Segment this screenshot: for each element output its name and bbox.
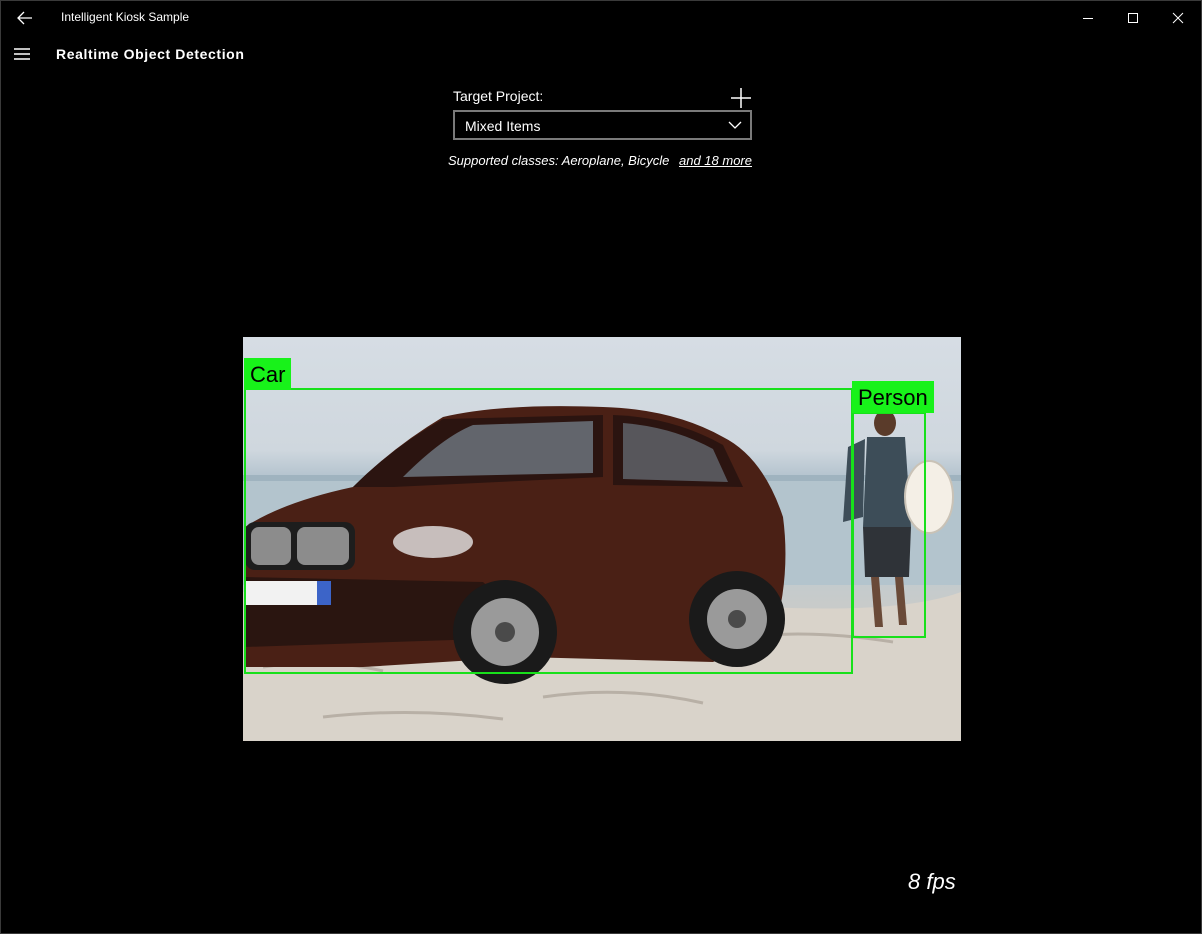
car-detection-label: Car (244, 358, 292, 390)
hamburger-menu-button[interactable] (9, 41, 35, 67)
app-title: Intelligent Kiosk Sample (61, 10, 190, 24)
more-classes-link[interactable]: and 18 more (679, 153, 752, 168)
minimize-button[interactable] (1065, 1, 1111, 34)
back-arrow-icon (17, 11, 32, 25)
app-window: Intelligent Kiosk Sample Realtime Object… (0, 0, 1202, 934)
camera-feed: Car Person (243, 337, 961, 741)
target-project-label: Target Project: (453, 88, 544, 104)
supported-classes-text: Supported classes: Aeroplane, Bicycle (448, 153, 670, 168)
minimize-icon (1083, 17, 1093, 19)
supported-classes: Supported classes: Aeroplane, Bicycle an… (448, 153, 752, 168)
person-detection-label: Person (852, 381, 934, 413)
dropdown-selected-value: Mixed Items (465, 118, 541, 134)
hamburger-icon (14, 48, 30, 60)
target-project-dropdown[interactable]: Mixed Items (453, 110, 752, 140)
close-icon (1172, 12, 1184, 23)
title-bar: Intelligent Kiosk Sample (1, 1, 1201, 34)
chevron-down-icon (728, 121, 742, 129)
person-bounding-box (852, 412, 926, 638)
back-button[interactable] (9, 5, 41, 31)
close-button[interactable] (1155, 1, 1201, 34)
add-project-button[interactable] (729, 86, 753, 110)
maximize-button[interactable] (1110, 1, 1156, 34)
car-bounding-box (244, 388, 853, 674)
fps-counter: 8 fps (908, 869, 956, 894)
plus-icon (731, 88, 751, 108)
maximize-icon (1128, 12, 1138, 23)
page-title: Realtime Object Detection (56, 46, 245, 62)
